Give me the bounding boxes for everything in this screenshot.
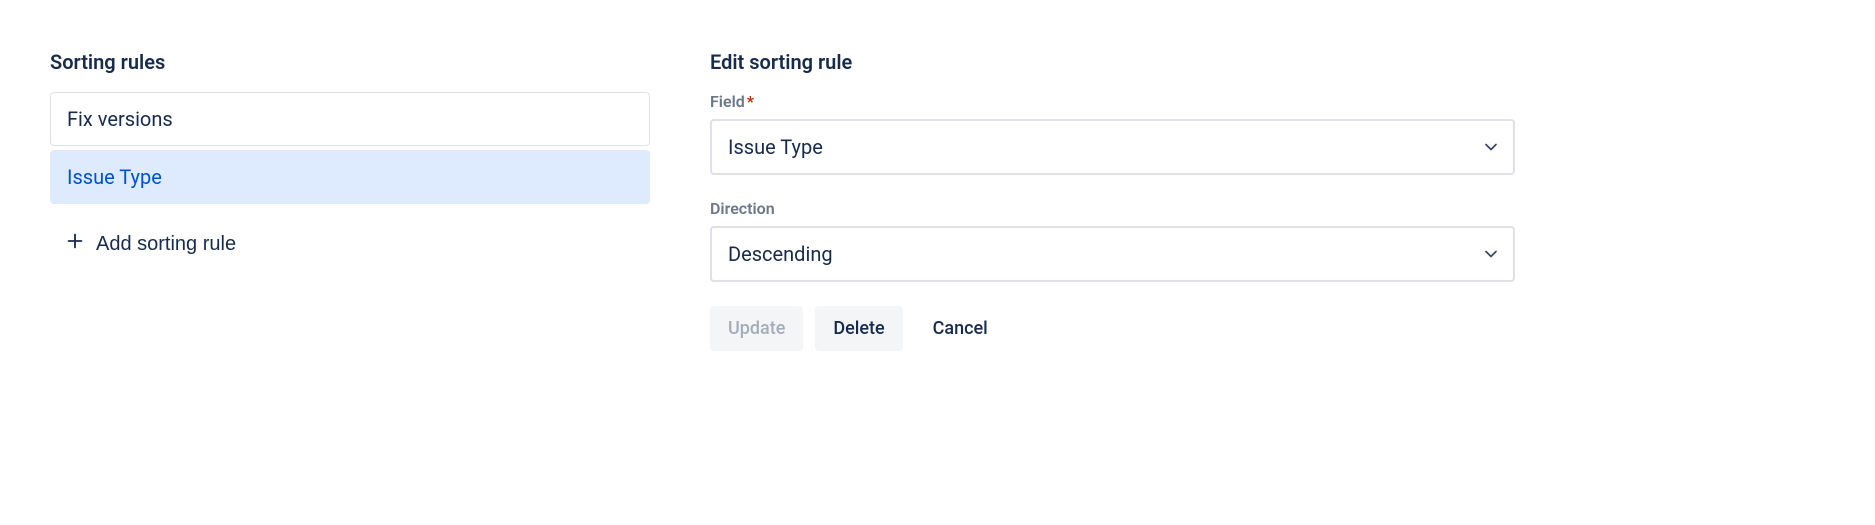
required-indicator: * — [747, 92, 754, 111]
field-label-text: Field — [710, 92, 745, 111]
sorting-rules-panel: Sorting rules Fix versions Issue Type Ad… — [50, 50, 650, 351]
direction-select-value: Descending — [728, 242, 833, 266]
button-row: Update Delete Cancel — [710, 306, 1515, 351]
field-label: Field* — [710, 92, 1515, 111]
rules-list: Fix versions Issue Type — [50, 92, 650, 204]
direction-select[interactable]: Descending — [710, 226, 1515, 282]
delete-button[interactable]: Delete — [815, 306, 902, 351]
add-sorting-rule-label: Add sorting rule — [96, 233, 236, 256]
field-form-group: Field* Issue Type — [710, 92, 1515, 175]
plus-icon — [64, 230, 86, 258]
edit-sorting-rule-panel: Edit sorting rule Field* Issue Type Dire… — [710, 50, 1515, 351]
cancel-button[interactable]: Cancel — [915, 306, 1006, 351]
edit-sorting-rule-heading: Edit sorting rule — [710, 50, 1515, 74]
rule-item-label: Fix versions — [67, 107, 173, 131]
rule-item[interactable]: Issue Type — [50, 150, 650, 204]
rule-item[interactable]: Fix versions — [50, 92, 650, 146]
field-select[interactable]: Issue Type — [710, 119, 1515, 175]
field-select-value: Issue Type — [728, 135, 823, 159]
sorting-rules-heading: Sorting rules — [50, 50, 650, 74]
add-sorting-rule-button[interactable]: Add sorting rule — [50, 218, 250, 270]
direction-form-group: Direction Descending — [710, 199, 1515, 282]
rule-item-label: Issue Type — [67, 165, 162, 189]
direction-label: Direction — [710, 199, 1515, 218]
update-button[interactable]: Update — [710, 306, 803, 351]
direction-label-text: Direction — [710, 199, 775, 218]
